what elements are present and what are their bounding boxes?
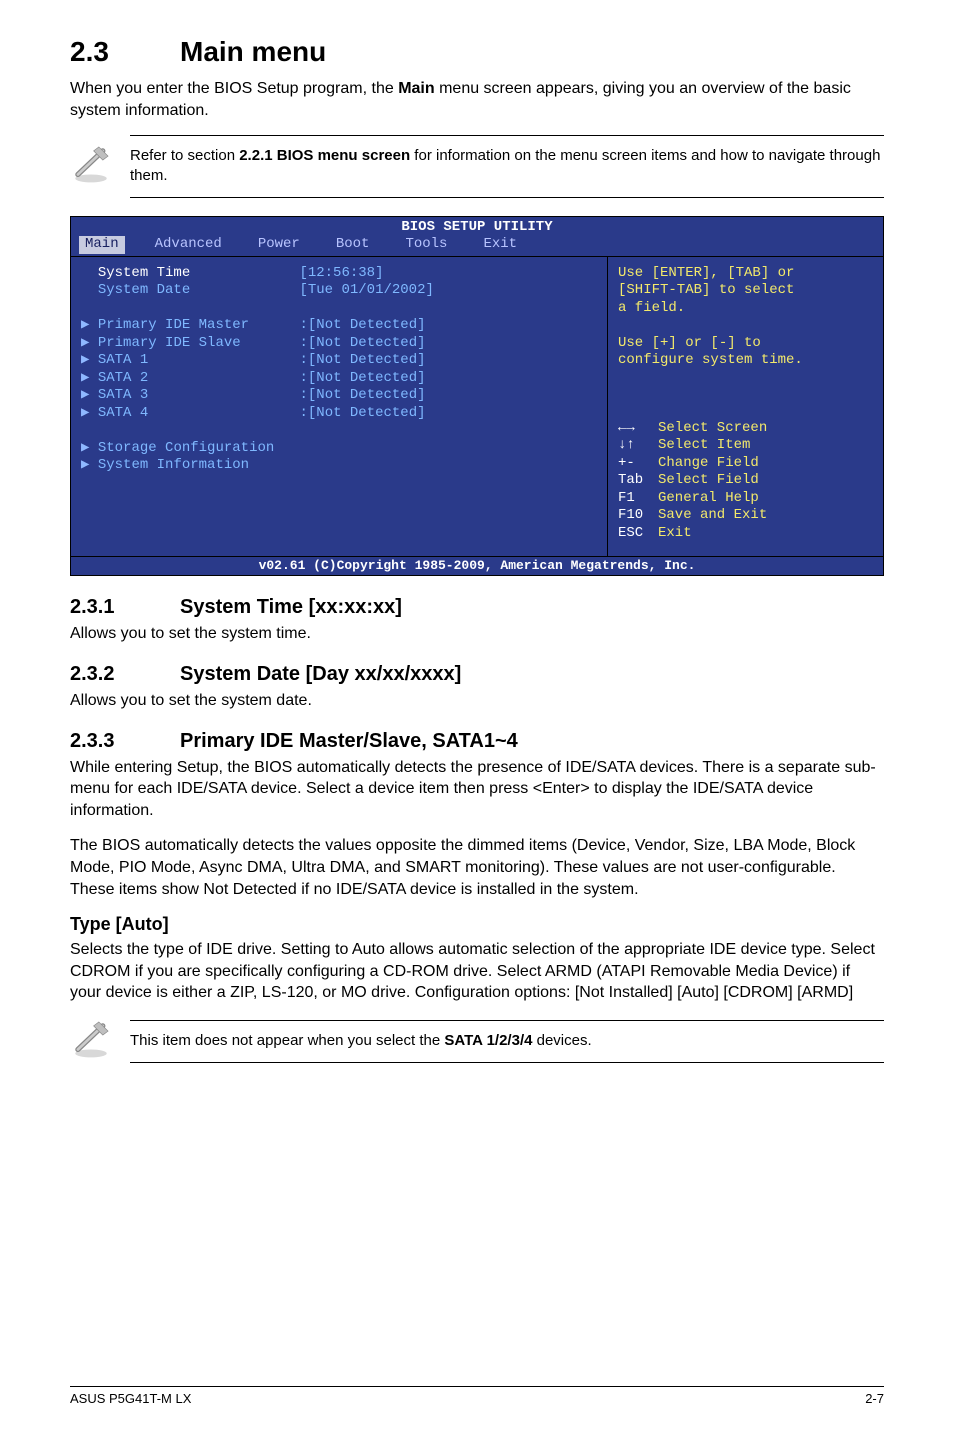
bios-key-row: F1General Help: [618, 490, 873, 508]
bios-key-row: +-Change Field: [618, 455, 873, 473]
heading-233: 2.3.3Primary IDE Master/Slave, SATA1~4: [70, 730, 884, 753]
bios-tab-main[interactable]: Main: [79, 236, 125, 254]
bios-help-text: Use [ENTER], [TAB] or[SHIFT-TAB] to sele…: [618, 265, 873, 370]
section-number: 2.3: [70, 36, 180, 68]
heading-231: 2.3.1System Time [xx:xx:xx]: [70, 596, 884, 619]
heading-232: 2.3.2System Date [Day xx/xx/xxxx]: [70, 663, 884, 686]
bios-row[interactable]: ▶ System Information: [81, 457, 597, 475]
bios-row: System Date [Tue 01/01/2002]: [81, 282, 597, 300]
bios-tab-tools[interactable]: Tools: [399, 236, 453, 254]
bios-title: BIOS SETUP UTILITY: [71, 217, 883, 237]
bios-tab-advanced[interactable]: Advanced: [149, 236, 228, 254]
section-heading: 2.3Main menu: [70, 36, 884, 68]
bios-key-row: ↓↑Select Item: [618, 437, 873, 455]
note-text-1: Refer to section 2.2.1 BIOS menu screen …: [130, 135, 884, 198]
section-title-text: Main menu: [180, 36, 326, 67]
bios-row: [81, 422, 597, 440]
footer-right: 2-7: [865, 1391, 884, 1406]
heading-type-auto: Type [Auto]: [70, 914, 884, 935]
bios-tab-power[interactable]: Power: [252, 236, 306, 254]
bios-row[interactable]: ▶ Storage Configuration: [81, 440, 597, 458]
body-type-auto: Selects the type of IDE drive. Setting t…: [70, 939, 884, 1004]
note-icon: [70, 1018, 130, 1065]
bios-row[interactable]: ▶ SATA 4 :[Not Detected]: [81, 405, 597, 423]
bios-row[interactable]: ▶ Primary IDE Master :[Not Detected]: [81, 317, 597, 335]
bios-row: [81, 300, 597, 318]
body-233-p2: The BIOS automatically detects the value…: [70, 835, 884, 900]
body-232: Allows you to set the system date.: [70, 690, 884, 712]
bios-key-row: F10Save and Exit: [618, 507, 873, 525]
note-block-1: Refer to section 2.2.1 BIOS menu screen …: [70, 135, 884, 198]
bios-key-row: ←→Select Screen: [618, 420, 873, 438]
bios-menu-bar: Main Advanced Power Boot Tools Exit: [71, 236, 883, 256]
bios-tab-boot[interactable]: Boot: [330, 236, 376, 254]
bios-row[interactable]: ▶ SATA 3 :[Not Detected]: [81, 387, 597, 405]
bios-help-line: [SHIFT-TAB] to select: [618, 282, 873, 300]
footer-left: ASUS P5G41T-M LX: [70, 1391, 191, 1406]
bios-left-pane: System Time [12:56:38] System Date [Tue …: [71, 257, 608, 557]
note-text-2: This item does not appear when you selec…: [130, 1020, 884, 1062]
bios-row[interactable]: ▶ SATA 2 :[Not Detected]: [81, 370, 597, 388]
bios-row[interactable]: ▶ Primary IDE Slave :[Not Detected]: [81, 335, 597, 353]
body-233-p1: While entering Setup, the BIOS automatic…: [70, 757, 884, 822]
body-231: Allows you to set the system time.: [70, 623, 884, 645]
bios-tab-exit[interactable]: Exit: [477, 236, 523, 254]
bios-help-pane: Use [ENTER], [TAB] or[SHIFT-TAB] to sele…: [608, 257, 883, 557]
bios-help-line: a field.: [618, 300, 873, 318]
bios-help-line: [618, 317, 873, 335]
bios-key-row: TabSelect Field: [618, 472, 873, 490]
note-icon: [70, 143, 130, 190]
bios-key-legend: ←→Select Screen↓↑Select Item+-Change Fie…: [618, 420, 873, 543]
bios-help-line: configure system time.: [618, 352, 873, 370]
page-footer: ASUS P5G41T-M LX 2-7: [70, 1386, 884, 1406]
bios-help-line: Use [ENTER], [TAB] or: [618, 265, 873, 283]
bios-footer: v02.61 (C)Copyright 1985-2009, American …: [71, 556, 883, 575]
intro-paragraph: When you enter the BIOS Setup program, t…: [70, 78, 884, 121]
bios-screenshot: BIOS SETUP UTILITY Main Advanced Power B…: [70, 216, 884, 577]
note-block-2: This item does not appear when you selec…: [70, 1018, 884, 1065]
bios-row[interactable]: ▶ SATA 1 :[Not Detected]: [81, 352, 597, 370]
bios-help-line: Use [+] or [-] to: [618, 335, 873, 353]
bios-row: System Time [12:56:38]: [81, 265, 597, 283]
bios-key-row: ESCExit: [618, 525, 873, 543]
